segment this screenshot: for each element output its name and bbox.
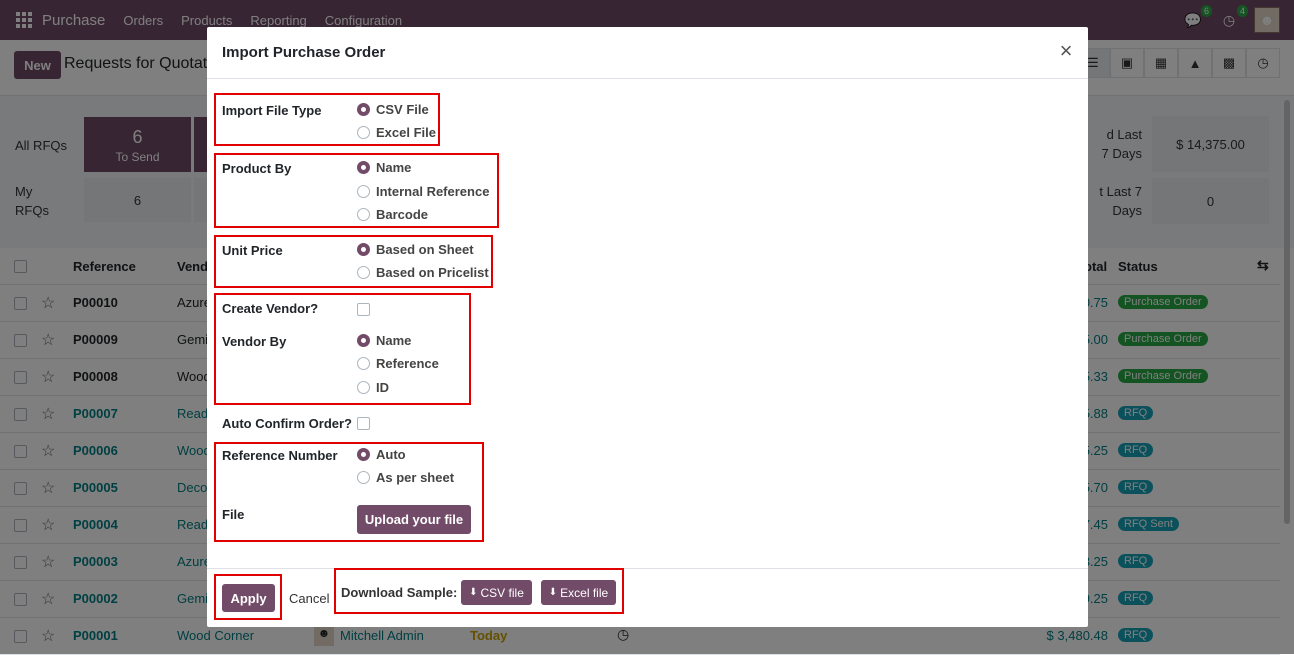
radio-based-on-pricelist[interactable]: Based on Pricelist [357, 265, 489, 280]
radio-ref-per-sheet[interactable]: As per sheet [357, 470, 454, 485]
radio-vendor-reference[interactable]: Reference [357, 356, 439, 371]
radio-empty-icon [357, 266, 370, 279]
unit-price-label: Unit Price [222, 243, 283, 258]
radio-label: Internal Reference [376, 184, 490, 199]
radio-label: Name [376, 333, 412, 348]
download-csv-label: CSV file [480, 585, 524, 600]
radio-vendor-name[interactable]: Name [357, 333, 411, 348]
radio-empty-icon [357, 357, 370, 370]
product-by-label: Product By [222, 161, 292, 176]
radio-product-name[interactable]: Name [357, 160, 411, 175]
upload-file-button[interactable]: Upload your file [357, 505, 471, 534]
auto-confirm-label: Auto Confirm Order? [222, 416, 352, 431]
close-icon[interactable]: × [1056, 40, 1076, 62]
radio-label: ID [376, 380, 389, 395]
import-dialog: Import Purchase Order × Import File Type… [207, 27, 1088, 627]
file-label: File [222, 507, 245, 522]
radio-empty-icon [357, 185, 370, 198]
radio-vendor-id[interactable]: ID [357, 380, 389, 395]
reference-number-label: Reference Number [222, 448, 338, 463]
radio-empty-icon [357, 126, 370, 139]
download-sample-label: Download Sample: [341, 585, 458, 600]
radio-selected-icon [357, 243, 370, 256]
download-excel-label: Excel file [560, 585, 609, 600]
radio-empty-icon [357, 471, 370, 484]
cancel-button[interactable]: Cancel [289, 591, 329, 606]
radio-empty-icon [357, 381, 370, 394]
radio-label: Based on Pricelist [376, 265, 489, 280]
radio-empty-icon [357, 208, 370, 221]
radio-internal-reference[interactable]: Internal Reference [357, 184, 489, 199]
download-icon: ⬇ [548, 587, 558, 598]
radio-label: CSV File [376, 102, 429, 117]
radio-selected-icon [357, 103, 370, 116]
radio-label: Barcode [376, 207, 429, 222]
create-vendor-label: Create Vendor? [222, 301, 319, 316]
auto-confirm-checkbox[interactable] [357, 417, 370, 430]
download-csv-button[interactable]: ⬇ CSV file [461, 580, 532, 605]
radio-ref-auto[interactable]: Auto [357, 447, 406, 462]
radio-excel-file[interactable]: Excel File [357, 125, 436, 140]
radio-selected-icon [357, 448, 370, 461]
dialog-header: Import Purchase Order × [207, 27, 1088, 79]
vendor-by-label: Vendor By [222, 334, 287, 349]
import-file-type-label: Import File Type [222, 103, 322, 118]
radio-label: Based on Sheet [376, 242, 474, 257]
create-vendor-checkbox[interactable] [357, 303, 370, 316]
radio-selected-icon [357, 161, 370, 174]
radio-label: As per sheet [376, 470, 455, 485]
apply-button[interactable]: Apply [222, 584, 275, 612]
radio-csv-file[interactable]: CSV File [357, 102, 429, 117]
radio-label: Reference [376, 356, 439, 371]
dialog-title: Import Purchase Order [222, 44, 386, 61]
download-excel-button[interactable]: ⬇ Excel file [541, 580, 616, 605]
radio-label: Auto [376, 447, 406, 462]
radio-label: Name [376, 160, 412, 175]
radio-label: Excel File [376, 125, 436, 140]
radio-based-on-sheet[interactable]: Based on Sheet [357, 242, 474, 257]
radio-selected-icon [357, 334, 370, 347]
download-icon: ⬇ [469, 587, 478, 598]
radio-barcode[interactable]: Barcode [357, 207, 428, 222]
